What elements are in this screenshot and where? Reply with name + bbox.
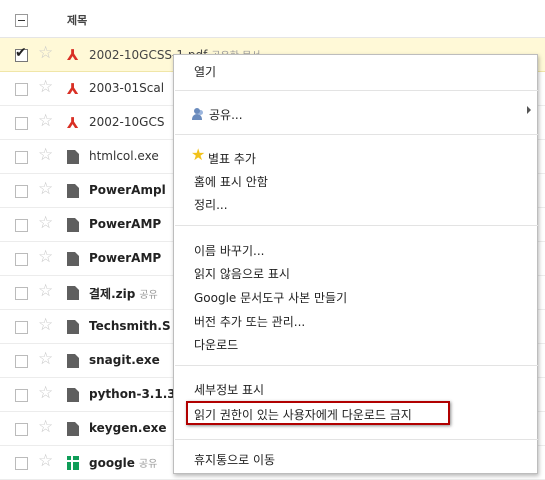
pdf-icon: ⅄ (67, 114, 79, 132)
star-icon[interactable]: ☆ (38, 283, 53, 300)
star-icon[interactable]: ☆ (38, 351, 53, 368)
document-icon (67, 184, 79, 198)
star-icon[interactable]: ☆ (38, 385, 53, 402)
file-name[interactable]: PowerAMP (89, 251, 161, 265)
shared-tag: 공유 (138, 459, 158, 470)
file-name[interactable]: snagit.exe (89, 353, 160, 367)
row-checkbox[interactable] (15, 423, 28, 436)
menu-item-versions[interactable]: 버전 추가 또는 관리... (174, 309, 537, 331)
menu-item-share[interactable]: 공유... (174, 102, 537, 124)
file-name[interactable]: python-3.1.3 (89, 387, 176, 401)
star-icon[interactable]: ☆ (38, 113, 53, 130)
file-name[interactable]: Techsmith.S (89, 319, 171, 333)
shared-tag: 공유 (139, 290, 158, 301)
menu-divider (175, 90, 538, 91)
list-header: 제목 (0, 0, 545, 38)
menu-item-rename[interactable]: 이름 바꾸기... (174, 238, 537, 260)
row-checkbox[interactable] (15, 185, 28, 198)
menu-divider (175, 365, 538, 366)
star-icon[interactable]: ☆ (38, 79, 53, 96)
pdf-icon: ⅄ (67, 46, 79, 64)
row-checkbox[interactable] (15, 389, 28, 402)
menu-divider (175, 225, 538, 226)
file-name[interactable]: google 공유 (89, 455, 157, 470)
menu-item-details[interactable]: 세부정보 표시 (174, 377, 537, 399)
context-menu: 열기 공유... ★ 별표 추가 홈에 표시 안함 정리... 이름 바꾸기..… (173, 54, 538, 474)
document-icon (67, 354, 79, 368)
document-icon (67, 252, 79, 266)
row-checkbox[interactable] (15, 83, 28, 96)
menu-item-organize[interactable]: 정리... (174, 192, 537, 214)
row-checkbox[interactable] (15, 253, 28, 266)
star-icon[interactable]: ☆ (38, 45, 53, 62)
title-column-header[interactable]: 제목 (67, 12, 87, 28)
row-checkbox[interactable] (15, 457, 28, 470)
menu-item-download[interactable]: 다운로드 (174, 332, 537, 354)
file-name[interactable]: PowerAmpl (89, 183, 166, 197)
file-name[interactable]: 결제.zip 공유 (89, 285, 158, 302)
menu-divider (175, 134, 538, 135)
menu-item-add-star[interactable]: ★ 별표 추가 (174, 146, 537, 168)
menu-item-hide-home[interactable]: 홈에 표시 안함 (174, 169, 537, 191)
submenu-arrow-icon (527, 106, 531, 114)
document-icon (67, 422, 79, 436)
spreadsheet-icon (67, 456, 79, 470)
star-icon[interactable]: ☆ (38, 249, 53, 266)
star-icon: ★ (191, 145, 206, 164)
file-name[interactable]: 2002-10GCS (89, 115, 164, 129)
file-name[interactable]: keygen.exe (89, 421, 166, 435)
row-checkbox[interactable] (15, 355, 28, 368)
file-name[interactable]: PowerAMP (89, 217, 161, 231)
menu-item-prevent-download[interactable]: 읽기 권한이 있는 사용자에게 다운로드 금지 (186, 401, 450, 425)
document-icon (67, 320, 79, 334)
row-checkbox[interactable]: ✔ (15, 45, 28, 62)
select-all-checkbox[interactable] (15, 14, 28, 27)
file-name[interactable]: htmlcol.exe (89, 149, 159, 163)
document-icon (67, 218, 79, 232)
row-checkbox[interactable] (15, 117, 28, 130)
star-icon[interactable]: ☆ (38, 317, 53, 334)
menu-divider (175, 439, 538, 440)
checkmark-icon: ✔ (15, 45, 27, 61)
share-people-icon (192, 108, 205, 121)
document-icon (67, 286, 79, 300)
document-icon (67, 388, 79, 402)
row-checkbox[interactable] (15, 287, 28, 300)
star-icon[interactable]: ☆ (38, 181, 53, 198)
star-icon[interactable]: ☆ (38, 419, 53, 436)
star-icon[interactable]: ☆ (38, 453, 53, 470)
menu-item-mark-unread[interactable]: 읽지 않음으로 표시 (174, 261, 537, 283)
pdf-icon: ⅄ (67, 80, 79, 98)
row-checkbox[interactable] (15, 219, 28, 232)
row-checkbox[interactable] (15, 321, 28, 334)
row-checkbox[interactable] (15, 151, 28, 164)
menu-item-open[interactable]: 열기 (174, 59, 537, 81)
menu-item-make-copy[interactable]: Google 문서도구 사본 만들기 (174, 285, 537, 307)
menu-item-trash[interactable]: 휴지통으로 이동 (174, 447, 537, 469)
file-name[interactable]: 2003-01Scal (89, 81, 164, 95)
document-icon (67, 150, 79, 164)
star-icon[interactable]: ☆ (38, 147, 53, 164)
star-icon[interactable]: ☆ (38, 215, 53, 232)
